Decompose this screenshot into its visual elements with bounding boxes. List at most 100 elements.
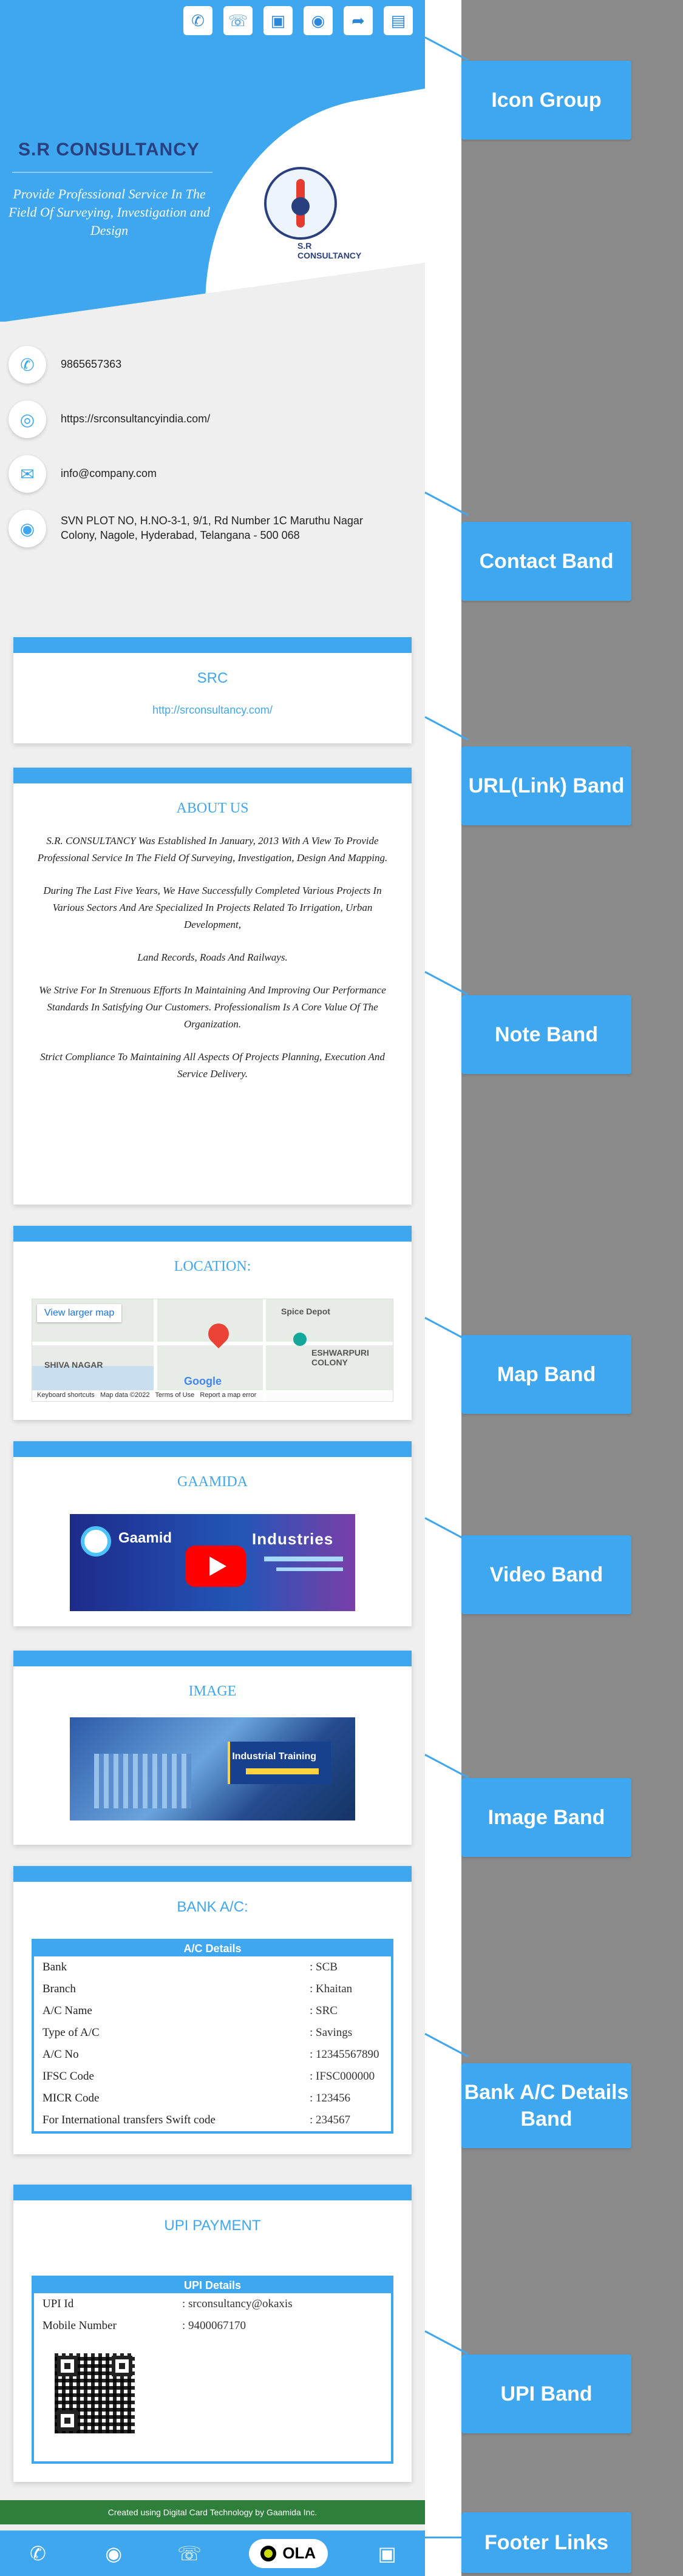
sms-icon[interactable]: ▣ (263, 6, 293, 35)
annotation-panel (461, 0, 683, 2576)
about-paragraph: Strict Compliance To Maintaining All Asp… (40, 1051, 385, 1080)
row-value: : Savings (310, 2026, 353, 2039)
view-larger-map-link[interactable]: View larger map (37, 1304, 122, 1322)
contact-phone[interactable]: 9865657363 (61, 346, 401, 371)
qr-finder (112, 2356, 132, 2376)
video-title: GAAMIDA (177, 1474, 248, 1490)
annotation-image-band: Image Band (461, 1778, 631, 1857)
play-icon (209, 1557, 226, 1576)
location-icon[interactable]: ◉ (304, 6, 333, 35)
save-contact-icon[interactable]: ▤ (384, 6, 413, 35)
image-building (94, 1754, 191, 1808)
row-value[interactable]: : srconsultancy@okaxis (182, 2297, 382, 2311)
upi-qr-code[interactable] (52, 2351, 137, 2436)
video-player[interactable]: Gaamid Industries (70, 1514, 355, 1611)
upi-band: UPI PAYMENT UPI Details UPI Id: srconsul… (13, 2185, 412, 2482)
contact-address[interactable]: SVN PLOT NO, H.NO-3-1, 9/1, Rd Number 1C… (61, 510, 401, 543)
table-row: A/C Name: SRC (34, 2000, 391, 2022)
contact-website-row[interactable]: ◎ https://srconsultancyindia.com/ (8, 401, 401, 438)
table-row: Branch: Khaitan (34, 1978, 391, 2000)
image-stripe (246, 1768, 319, 1774)
bank-details-table: A/C Details Bank : SCB Branch: Khaitan A/… (32, 1939, 393, 2134)
bank-table-header: A/C Details (34, 1941, 391, 1956)
credit-bar[interactable]: Created using Digital Card Technology by… (0, 2500, 425, 2524)
map-road (263, 1299, 266, 1401)
map-footer-item[interactable]: Terms of Use (155, 1391, 194, 1399)
contact-email-row[interactable]: ✉ info@company.com (8, 455, 401, 493)
contact-phone-row[interactable]: ✆ 9865657363 (8, 346, 401, 384)
row-key: Branch (42, 1983, 76, 1995)
map-road (154, 1299, 157, 1401)
phone-icon[interactable]: ✆ (183, 6, 212, 35)
email-icon: ✉ (8, 455, 46, 493)
image-caption: Industrial Training (232, 1751, 316, 1762)
whatsapp-icon[interactable]: ☏ (173, 2537, 206, 2570)
video-caption-left: Gaamid (118, 1530, 172, 1546)
contact-band: ✆ 9865657363 ◎ https://srconsultancyindi… (0, 322, 425, 589)
qr-finder (57, 2356, 78, 2376)
sms-icon[interactable]: ▣ (371, 2537, 404, 2570)
logo-text: S.R CONSULTANCY (297, 241, 362, 260)
row-value[interactable]: : 9400067170 (182, 2319, 382, 2333)
phone-icon[interactable]: ✆ (21, 2537, 54, 2570)
video-band: GAAMIDA Gaamid Industries (13, 1441, 412, 1626)
header-icon-group: ✆ ☏ ▣ ◉ ➦ ▤ (183, 6, 413, 35)
row-key: For International transfers Swift code (42, 2114, 216, 2126)
image-panel (228, 1742, 331, 1784)
contact-address-row[interactable]: ◉ SVN PLOT NO, H.NO-3-1, 9/1, Rd Number … (8, 510, 401, 547)
contact-email[interactable]: info@company.com (61, 455, 401, 481)
map-water (32, 1366, 154, 1390)
band-topbar (13, 1651, 412, 1666)
table-row: Mobile Number: 9400067170 (34, 2315, 391, 2337)
upi-title: UPI PAYMENT (164, 2217, 261, 2234)
company-logo: S.R CONSULTANCY (249, 167, 370, 264)
about-paragraph: S.R. CONSULTANCY Was Established In Janu… (37, 835, 388, 864)
about-paragraph: We Strive For In Strenuous Efforts In Ma… (39, 984, 386, 1030)
upi-table-header: UPI Details (34, 2278, 391, 2293)
table-row: Type of A/C : Savings (34, 2022, 391, 2044)
video-caption-bar (264, 1557, 343, 1561)
digital-card: ✆ ☏ ▣ ◉ ➦ ▤ S.R CONSULTANCY Provide Prof… (0, 0, 425, 2576)
contact-website[interactable]: https://srconsultancyindia.com/ (61, 401, 401, 426)
image-band: IMAGE Industrial Training (13, 1651, 412, 1845)
location-icon: ◉ (8, 510, 46, 547)
bank-title: BANK A/C: (177, 1899, 248, 1915)
annotation-upi-band: UPI Band (461, 2355, 631, 2433)
about-paragraph: During The Last Five Years, We Have Succ… (43, 885, 382, 930)
share-icon[interactable]: ➦ (344, 6, 373, 35)
image-title: IMAGE (188, 1683, 237, 1699)
logo-cap (291, 197, 310, 215)
map-label: ESHWARPURI COLONY (311, 1348, 369, 1367)
ola-button[interactable]: OLA (248, 2538, 328, 2568)
band-topbar (13, 1441, 412, 1457)
row-value: : SCB (310, 1961, 338, 1973)
footer-links: ✆ ◉ ☏ OLA ▣ (0, 2530, 425, 2576)
row-value: : IFSC000000 (310, 2070, 375, 2083)
whatsapp-icon[interactable]: ☏ (223, 6, 253, 35)
annotation-video-band: Video Band (461, 1535, 631, 1614)
row-key: Type of A/C (42, 2026, 100, 2039)
band-topbar (13, 2185, 412, 2200)
embedded-map[interactable]: View larger map Spice Depot ESHWARPURI C… (32, 1299, 393, 1402)
qr-finder (57, 2410, 78, 2431)
upi-details-table: UPI Details UPI Id: srconsultancy@okaxis… (32, 2276, 393, 2464)
google-logo: Google (184, 1375, 222, 1387)
video-logo-icon (81, 1526, 111, 1557)
row-key: Bank (42, 1961, 67, 1973)
row-key: A/C No (42, 2048, 79, 2061)
annotation-url-band: URL(Link) Band (461, 746, 631, 825)
map-footer-item: Map data ©2022 (100, 1391, 150, 1399)
url-link[interactable]: http://srconsultancy.com/ (13, 704, 412, 717)
video-caption-right: Industries (252, 1530, 334, 1548)
map-label: SHIVA NAGAR (44, 1360, 103, 1370)
location-icon[interactable]: ◉ (97, 2537, 130, 2570)
phone-icon: ✆ (8, 346, 46, 384)
map-footer-item[interactable]: Keyboard shortcuts (37, 1391, 95, 1399)
brand-tagline: Provide Professional Service In The Fiel… (8, 186, 210, 238)
map-band: LOCATION: View larger map Spice Depot ES… (13, 1226, 412, 1420)
map-poi-icon (293, 1333, 307, 1346)
band-image: Industrial Training (70, 1717, 355, 1820)
bank-band: BANK A/C: A/C Details Bank: SCB Branch: … (13, 1866, 412, 2154)
annotation-footer-links: Footer Links (461, 2512, 631, 2573)
map-footer-item[interactable]: Report a map error (200, 1391, 256, 1399)
